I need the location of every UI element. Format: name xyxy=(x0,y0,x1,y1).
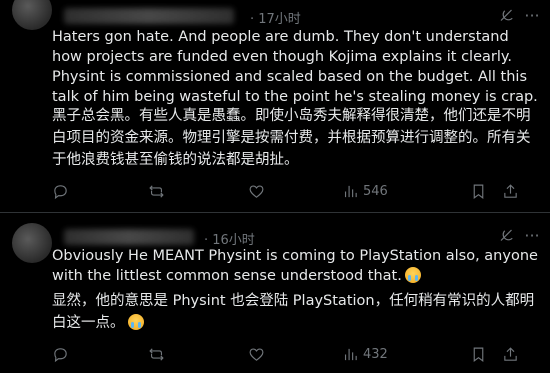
reply-button[interactable] xyxy=(52,183,69,200)
bookmark-button[interactable] xyxy=(470,183,487,200)
action-bar: 546 xyxy=(52,183,542,203)
views-icon xyxy=(344,348,357,361)
tweet-text: Obviously He MEANT Physint is coming to … xyxy=(52,248,543,284)
share-icon xyxy=(504,347,517,361)
reply-icon xyxy=(54,185,67,200)
blurred-username[interactable] xyxy=(64,229,194,245)
more-icon[interactable]: ··· xyxy=(520,6,544,26)
views-count: 546 xyxy=(363,184,388,199)
more-icon[interactable]: ··· xyxy=(520,226,544,246)
like-icon xyxy=(249,185,264,198)
views-icon xyxy=(344,185,357,198)
views-button[interactable]: 546 xyxy=(342,183,388,200)
share-button[interactable] xyxy=(502,346,519,363)
retweet-icon xyxy=(149,348,164,361)
tweet-text: Haters gon hate. And people are dumb. Th… xyxy=(52,29,538,105)
tweet-reply-2[interactable]: · 16小时 ··· Obviously He MEANT Physint is… xyxy=(0,213,550,373)
blurred-username[interactable] xyxy=(64,8,234,24)
like-button[interactable] xyxy=(248,183,265,200)
views-count: 432 xyxy=(363,347,388,362)
loudly-crying-face-emoji xyxy=(127,314,144,330)
reply-button[interactable] xyxy=(52,346,69,363)
bookmark-button[interactable] xyxy=(470,346,487,363)
tweet-translation: 显然，他的意思是 Physint 也会登陆 PlayStation，任何稍有常识… xyxy=(52,293,535,331)
share-icon xyxy=(504,184,517,198)
tweet-translation: 黑子总会黑。有些人真是愚蠢。即使小岛秀夫解释得很清楚，他们还是不明白项目的资金来… xyxy=(52,108,531,168)
timestamp[interactable]: · 17小时 xyxy=(250,8,301,27)
share-button[interactable] xyxy=(502,183,519,200)
bookmark-icon xyxy=(473,184,484,200)
views-button[interactable]: 432 xyxy=(342,346,388,363)
bookmark-icon xyxy=(473,347,484,363)
loudly-crying-face-emoji xyxy=(404,267,421,283)
reply-icon xyxy=(54,348,67,363)
tweet-reply-1[interactable]: · 17小时 ··· Haters gon hate. And people a… xyxy=(0,0,550,212)
retweet-button[interactable] xyxy=(148,183,165,200)
grok-icon[interactable] xyxy=(497,226,517,246)
retweet-button[interactable] xyxy=(148,346,165,363)
avatar[interactable] xyxy=(12,0,52,30)
like-button[interactable] xyxy=(248,346,265,363)
retweet-icon xyxy=(149,185,164,198)
like-icon xyxy=(249,348,264,361)
action-bar: 432 xyxy=(52,346,542,366)
avatar[interactable] xyxy=(12,223,52,263)
grok-icon[interactable] xyxy=(497,6,517,26)
